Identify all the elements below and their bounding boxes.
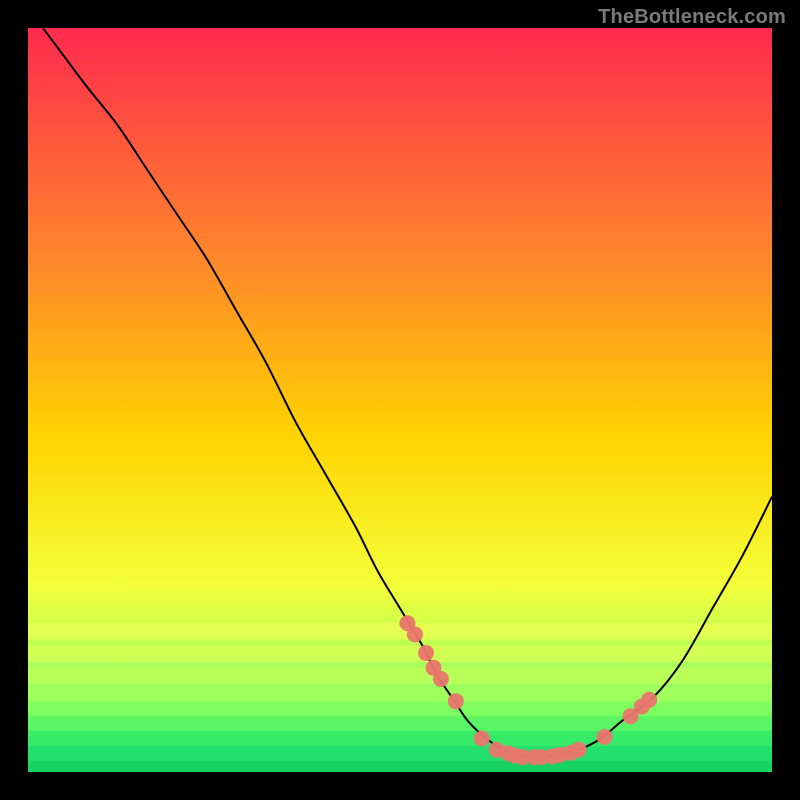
chart-plot-area [28, 28, 772, 772]
data-dot [418, 645, 434, 661]
band-stripe [28, 668, 772, 684]
band-stripe [28, 731, 772, 747]
data-dot [641, 692, 657, 708]
data-dot [433, 671, 449, 687]
chart-svg [28, 28, 772, 772]
band-stripe [28, 701, 772, 717]
data-dot [597, 729, 613, 745]
data-dot [448, 693, 464, 709]
watermark-label: TheBottleneck.com [598, 6, 786, 29]
chart-stage: TheBottleneck.com [0, 0, 800, 800]
band-stripe [28, 746, 772, 762]
data-dot [571, 742, 587, 758]
band-stripe [28, 716, 772, 732]
green-band-stripes [28, 623, 772, 772]
band-stripe [28, 646, 772, 662]
data-dot [407, 626, 423, 642]
band-stripe [28, 761, 772, 772]
data-dot [474, 731, 490, 747]
